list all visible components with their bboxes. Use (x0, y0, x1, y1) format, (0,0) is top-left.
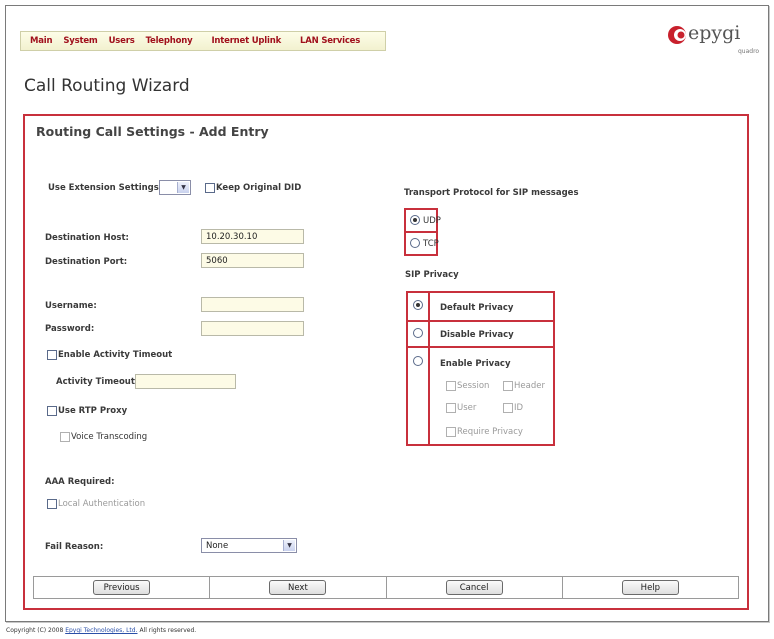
footer: Copyright (C) 2008 Epygi Technologies, L… (6, 627, 196, 634)
udp-label: UDP (423, 216, 441, 226)
next-button[interactable]: Next (269, 580, 327, 595)
user-label: User (457, 403, 477, 413)
chevron-down-icon: ▼ (177, 182, 189, 193)
keep-original-did-checkbox[interactable] (205, 183, 215, 193)
default-privacy-radio[interactable] (413, 300, 423, 310)
use-extension-select[interactable]: ▼ (159, 180, 191, 195)
page-title: Call Routing Wizard (24, 76, 190, 96)
destination-port-input[interactable]: 5060 (201, 253, 304, 268)
header-checkbox[interactable] (503, 381, 513, 391)
chevron-down-icon: ▼ (283, 540, 295, 551)
local-authentication-label: Local Authentication (58, 499, 146, 509)
require-privacy-label: Require Privacy (457, 427, 523, 437)
id-label: ID (514, 403, 524, 413)
enable-activity-timeout-label: Enable Activity Timeout (58, 350, 173, 360)
voice-transcoding-label: Voice Transcoding (71, 432, 148, 442)
menu-lan-services[interactable]: LAN Services (300, 36, 360, 46)
tcp-label: TCP (423, 239, 439, 249)
password-input[interactable] (201, 321, 304, 336)
epygi-logo: epygi quadro (664, 22, 764, 58)
logo-sub-text: quadro (738, 48, 760, 55)
previous-cell: Previous (34, 577, 211, 598)
fail-reason-value: None (206, 541, 229, 551)
destination-host-input[interactable]: 10.20.30.10 (201, 229, 304, 244)
local-authentication-checkbox[interactable] (47, 499, 57, 509)
header-label: Header (514, 381, 545, 391)
default-privacy-label: Default Privacy (440, 303, 514, 313)
session-checkbox[interactable] (446, 381, 456, 391)
destination-host-label: Destination Host: (45, 233, 129, 243)
transport-divider (404, 231, 438, 233)
enable-privacy-radio[interactable] (413, 356, 423, 366)
destination-port-label: Destination Port: (45, 257, 128, 267)
privacy-divider-1 (406, 320, 555, 322)
tcp-radio[interactable] (410, 238, 420, 248)
cancel-cell: Cancel (387, 577, 563, 598)
use-rtp-proxy-checkbox[interactable] (47, 406, 57, 416)
panel-title: Routing Call Settings - Add Entry (36, 124, 269, 139)
username-input[interactable] (201, 297, 304, 312)
menu-users[interactable]: Users (109, 36, 135, 46)
footer-prefix: Copyright (C) 2008 (6, 627, 64, 634)
disable-privacy-label: Disable Privacy (440, 330, 514, 340)
use-rtp-proxy-label: Use RTP Proxy (58, 406, 128, 416)
udp-radio[interactable] (410, 215, 420, 225)
logo-swirl-icon (668, 26, 686, 44)
activity-timeout-input[interactable] (135, 374, 236, 389)
fail-reason-label: Fail Reason: (45, 542, 104, 552)
username-label: Username: (45, 301, 97, 311)
help-cell: Help (563, 577, 738, 598)
previous-button[interactable]: Previous (93, 580, 151, 595)
top-menu: Main System Users Telephony Internet Upl… (20, 31, 386, 51)
aaa-required-label: AAA Required: (45, 477, 115, 487)
menu-internet-uplink[interactable]: Internet Uplink (211, 36, 281, 46)
footer-suffix: All rights reserved. (139, 627, 197, 634)
cancel-button[interactable]: Cancel (445, 580, 503, 595)
require-privacy-checkbox[interactable] (446, 427, 456, 437)
enable-privacy-label: Enable Privacy (440, 359, 511, 369)
menu-main[interactable]: Main (30, 36, 53, 46)
session-label: Session (457, 381, 490, 391)
transport-protocol-label: Transport Protocol for SIP messages (404, 188, 579, 198)
menu-system[interactable]: System (63, 36, 97, 46)
next-cell: Next (210, 577, 387, 598)
help-button[interactable]: Help (621, 580, 679, 595)
fail-reason-select[interactable]: None ▼ (201, 538, 297, 553)
privacy-divider-2 (406, 346, 555, 348)
activity-timeout-label: Activity Timeout: (56, 377, 139, 387)
privacy-vertical-divider (428, 291, 430, 446)
disable-privacy-radio[interactable] (413, 328, 423, 338)
voice-transcoding-checkbox[interactable] (60, 432, 70, 442)
menu-telephony[interactable]: Telephony (146, 36, 193, 46)
password-label: Password: (45, 324, 95, 334)
id-checkbox[interactable] (503, 403, 513, 413)
enable-activity-timeout-checkbox[interactable] (47, 350, 57, 360)
logo-brand-text: epygi (688, 22, 741, 44)
sip-privacy-label: SIP Privacy (405, 270, 459, 280)
button-row: Previous Next Cancel Help (33, 576, 739, 599)
use-extension-label: Use Extension Settings: (48, 183, 163, 193)
user-checkbox[interactable] (446, 403, 456, 413)
footer-company-link[interactable]: Epygi Technologies, Ltd. (65, 627, 137, 634)
keep-original-did-label: Keep Original DID (216, 183, 302, 193)
